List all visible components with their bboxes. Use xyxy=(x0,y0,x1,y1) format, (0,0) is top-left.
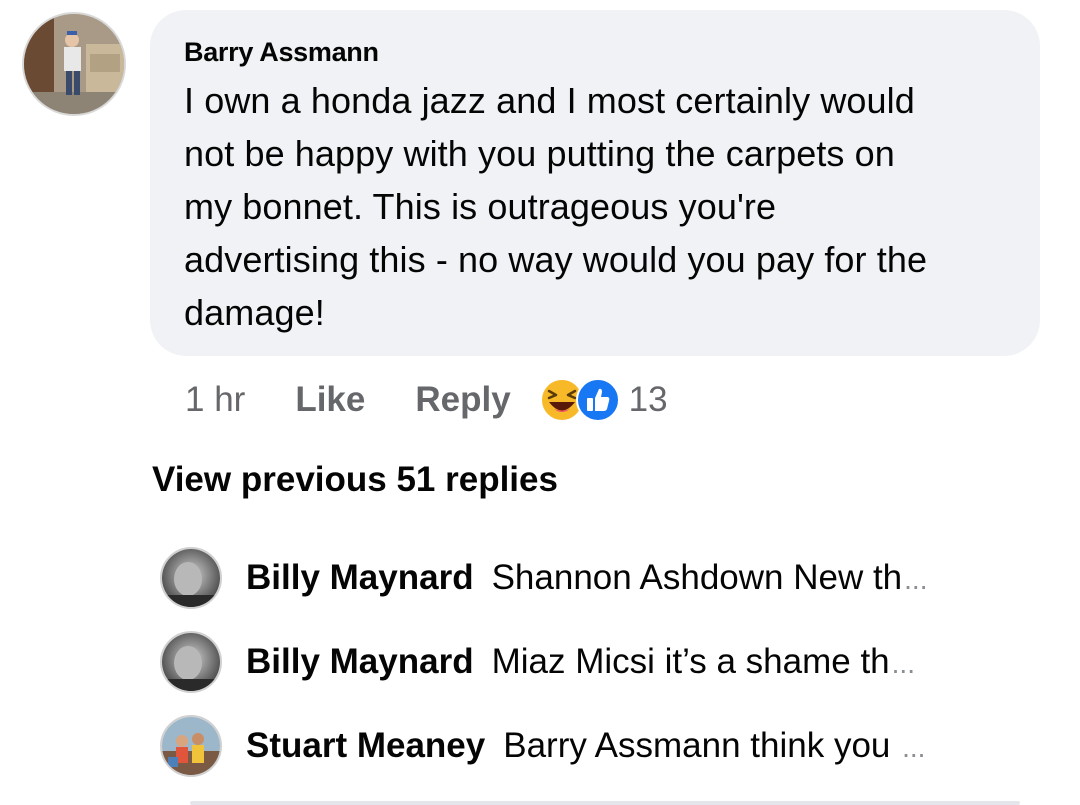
reply-preview-text: Miaz Micsi it’s a shame th xyxy=(491,642,890,681)
reply-button[interactable]: Reply xyxy=(415,380,510,420)
comment-text-line: my bonnet. This is outrageous you're xyxy=(184,186,777,227)
reply-item[interactable]: Stuart Meaney Barry Assmann think you ..… xyxy=(160,712,1040,780)
reply-item[interactable]: Billy Maynard Miaz Micsi it’s a shame th… xyxy=(160,628,1040,696)
reply-preview: Shannon Ashdown New th... xyxy=(492,558,928,598)
like-button[interactable]: Like xyxy=(295,380,365,420)
reactions-summary[interactable]: 13 xyxy=(539,377,668,423)
avatar-photo xyxy=(24,14,124,114)
avatar-photo xyxy=(162,633,220,691)
comment-actions: 1 hr Like Reply 13 xyxy=(185,372,668,428)
reply-preview: Miaz Micsi it’s a shame th... xyxy=(492,642,915,682)
comment-timestamp[interactable]: 1 hr xyxy=(185,380,245,420)
comment-text: I own a honda jazz and I most certainly … xyxy=(184,74,1006,339)
reply-avatar[interactable] xyxy=(160,715,222,777)
next-item-divider xyxy=(190,801,1020,805)
commenter-avatar[interactable] xyxy=(22,12,126,116)
reply-author[interactable]: Billy Maynard xyxy=(246,558,474,598)
comment-text-line: advertising this - no way would you pay … xyxy=(184,239,928,280)
reply-preview: Barry Assmann think you ... xyxy=(503,726,925,766)
view-previous-replies-link[interactable]: View previous 51 replies xyxy=(152,460,558,500)
truncation-ellipsis: ... xyxy=(904,564,928,595)
avatar-photo xyxy=(162,717,220,775)
reply-preview-text: Barry Assmann think you xyxy=(503,726,901,765)
reply-author[interactable]: Stuart Meaney xyxy=(246,726,485,766)
truncation-ellipsis: ... xyxy=(891,648,915,679)
reaction-count: 13 xyxy=(628,380,668,419)
avatar-photo xyxy=(162,549,220,607)
like-thumb-icon xyxy=(575,378,620,422)
reply-preview-text: Shannon Ashdown New th xyxy=(491,558,903,597)
truncation-ellipsis: ... xyxy=(902,732,926,763)
reply-author[interactable]: Billy Maynard xyxy=(246,642,474,682)
reply-avatar[interactable] xyxy=(160,547,222,609)
comment-text-line: damage! xyxy=(184,292,325,333)
reply-avatar[interactable] xyxy=(160,631,222,693)
comment-text-line: not be happy with you putting the carpet… xyxy=(184,133,895,174)
comment-text-line: I own a honda jazz and I most certainly … xyxy=(184,80,915,121)
reply-item[interactable]: Billy Maynard Shannon Ashdown New th... xyxy=(160,544,1040,612)
comment-bubble: Barry Assmann I own a honda jazz and I m… xyxy=(150,10,1040,356)
comment-author[interactable]: Barry Assmann xyxy=(184,36,1006,68)
